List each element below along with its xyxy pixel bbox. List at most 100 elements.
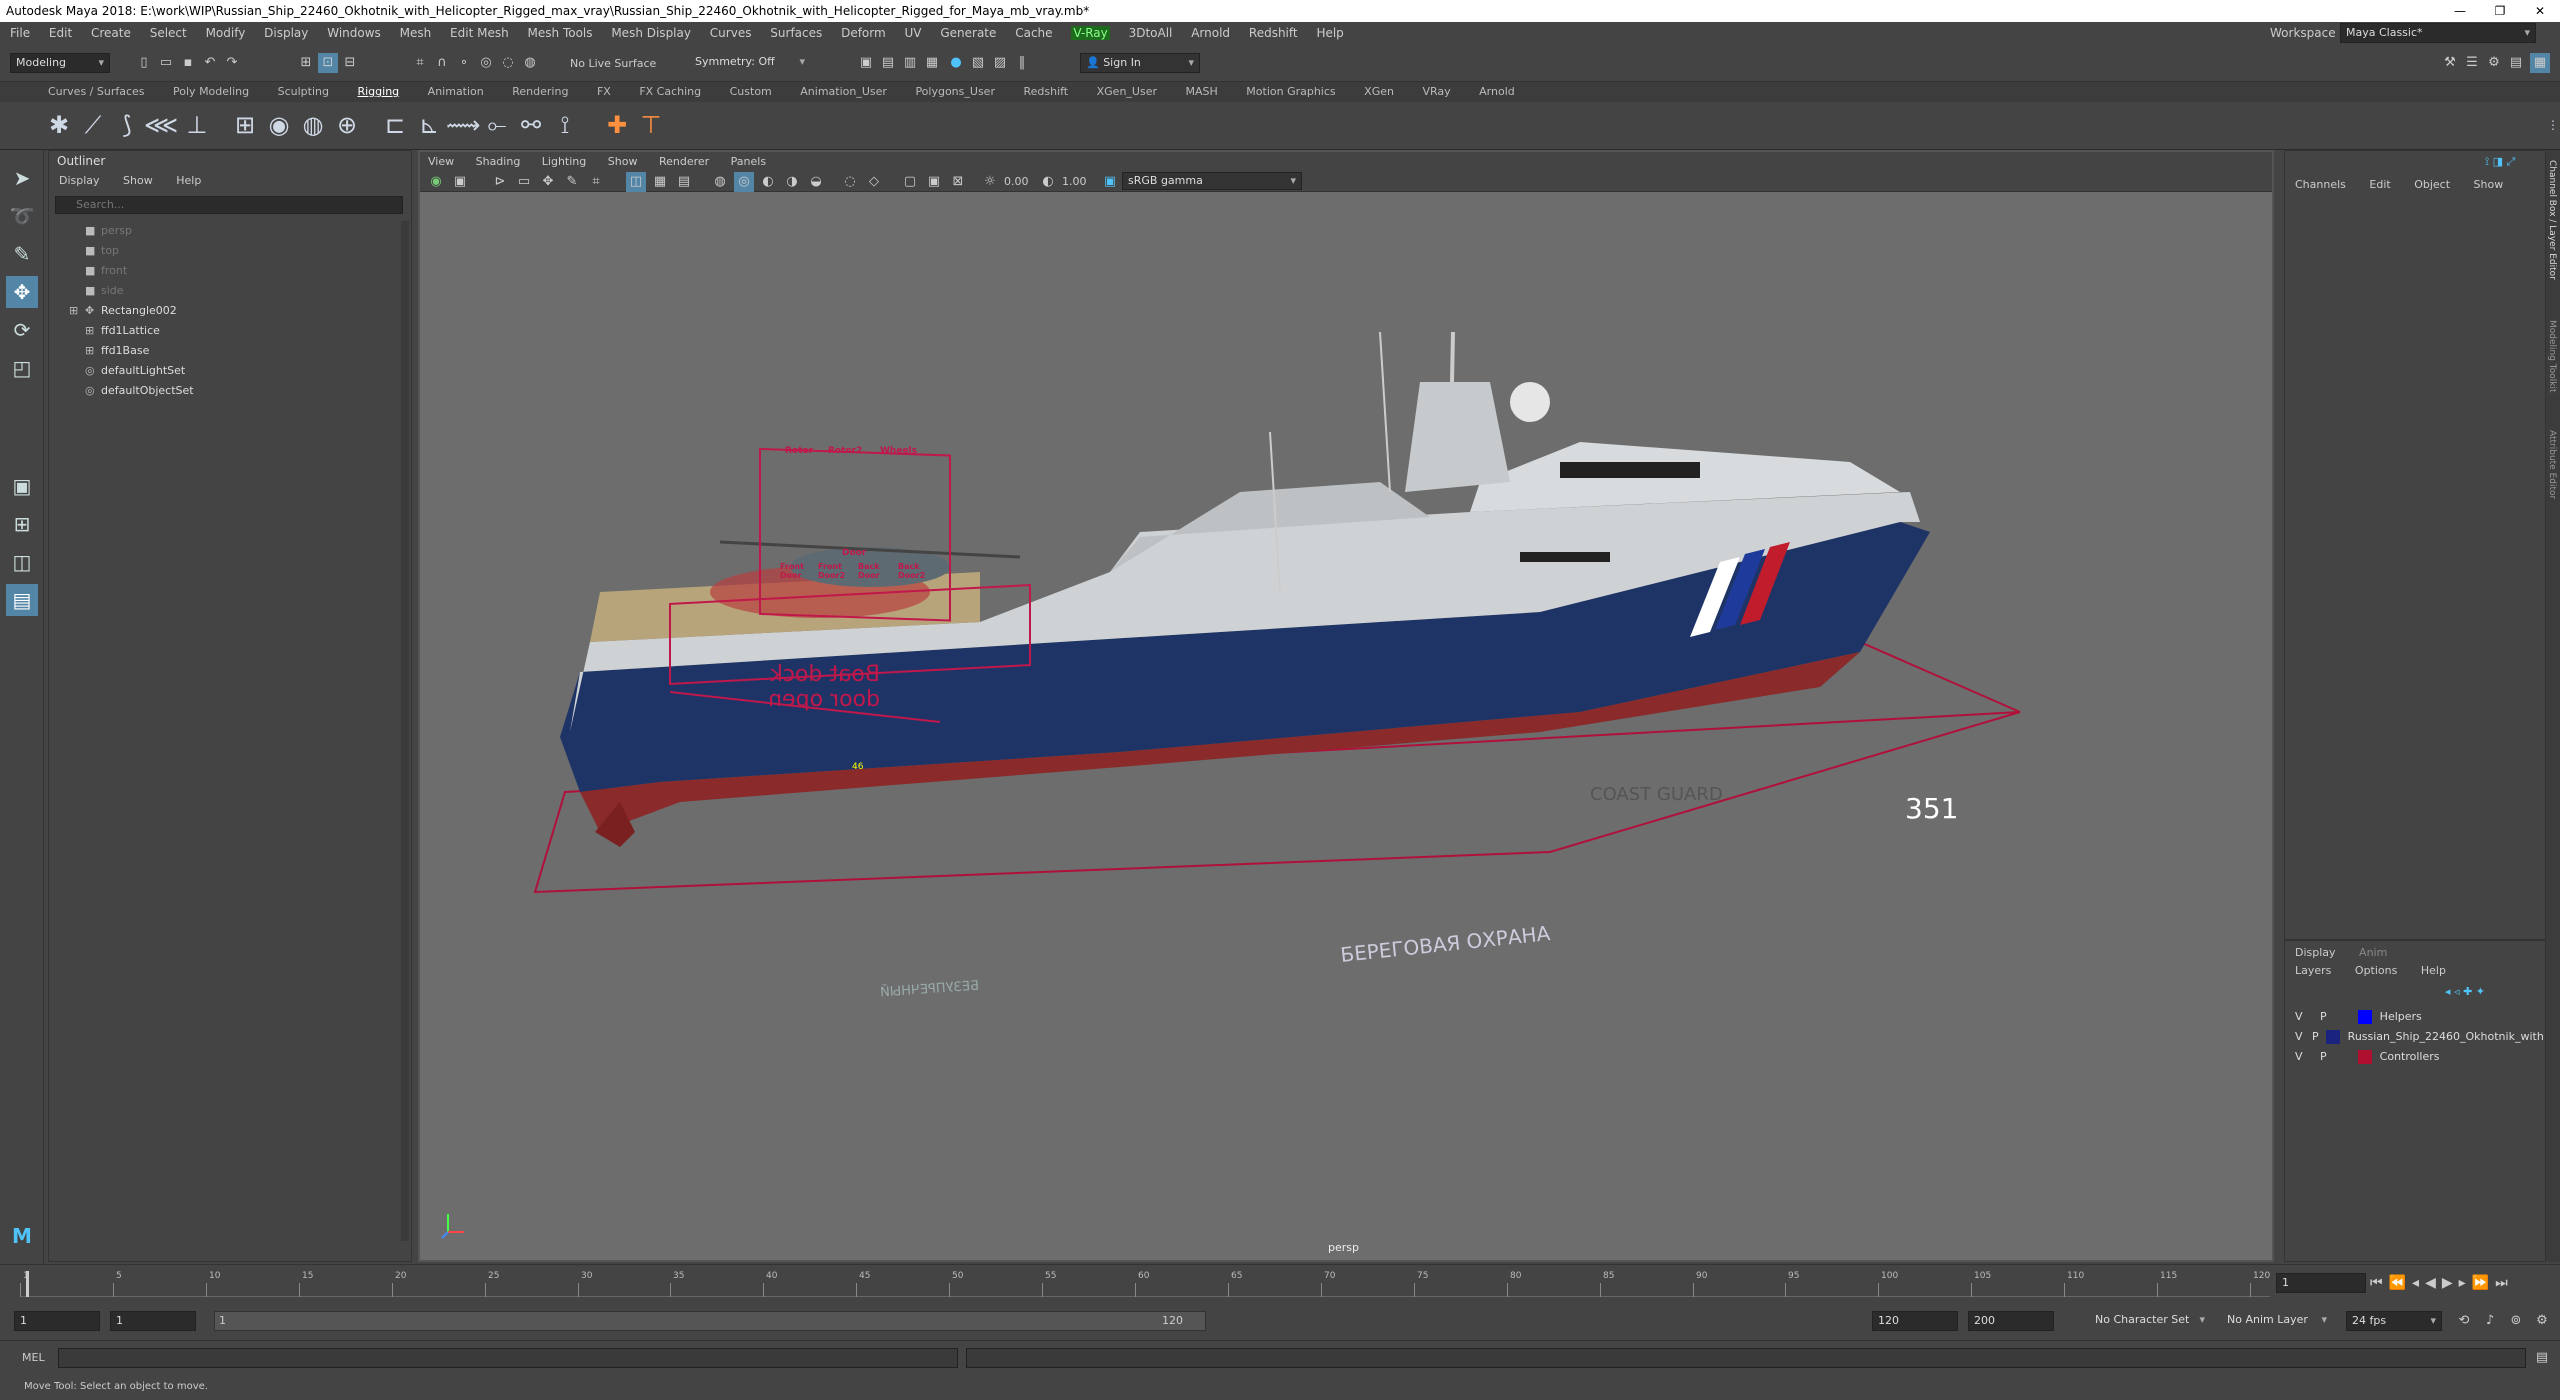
isolate-icon[interactable]: ◌ — [840, 172, 860, 192]
scale-tool-icon[interactable]: ◰ — [6, 352, 38, 384]
outliner-scrollbar[interactable] — [401, 221, 409, 1241]
ik-handle-icon[interactable]: ⟋ — [76, 108, 110, 142]
bind-skin-icon[interactable]: ⊏ — [378, 108, 412, 142]
gamma-icon[interactable]: ◐ — [1038, 172, 1058, 192]
menu-create[interactable]: Create — [91, 26, 131, 40]
range-slider[interactable]: 1 120 — [214, 1311, 1206, 1331]
menu-mesh-display[interactable]: Mesh Display — [611, 26, 691, 40]
menu-curves[interactable]: Curves — [710, 26, 752, 40]
shelf-tab-xgen[interactable]: XGen — [1364, 85, 1394, 98]
restore-icon[interactable]: ❐ — [2480, 0, 2520, 22]
attribute-editor-icon[interactable]: ☰ — [2462, 53, 2482, 73]
textured-icon[interactable]: ▤ — [674, 172, 694, 192]
outliner-item[interactable]: ⊞ ffd1Lattice — [85, 321, 160, 341]
minimize-icon[interactable]: — — [2440, 0, 2480, 22]
shelf-tab-sculpting[interactable]: Sculpting — [278, 85, 329, 98]
ao-icon[interactable]: ◐ — [758, 172, 778, 192]
tool-settings-icon[interactable]: ⚙ — [2484, 53, 2504, 73]
anim-layer-dropdown[interactable]: No Anim Layer — [2222, 1311, 2332, 1331]
shelf-tab-animation-user[interactable]: Animation_User — [800, 85, 887, 98]
modeling-toolkit-icon[interactable]: ⚒ — [2440, 53, 2460, 73]
layer-row[interactable]: V P Controllers — [2295, 1047, 2539, 1067]
shelf-tab-rigging[interactable]: Rigging — [357, 85, 399, 98]
channel-box-icon[interactable]: ▤ — [2506, 53, 2526, 73]
move-tool-icon[interactable]: ✥ — [6, 276, 38, 308]
layer-move-down-icon[interactable]: ◃ — [2454, 985, 2460, 998]
tab-channel-box[interactable]: Channel Box / Layer Editor — [2547, 160, 2557, 280]
channelbox-pin-icon[interactable]: ⟟ — [2485, 155, 2489, 168]
render-icon[interactable]: ▣ — [856, 53, 876, 73]
step-forward-key-icon[interactable]: ⏩ — [2472, 1275, 2495, 1291]
snap-live-icon[interactable]: ◍ — [520, 53, 540, 73]
color-management-icon[interactable]: ▣ — [1100, 172, 1120, 192]
range-end-field[interactable]: 120 — [1872, 1311, 1958, 1331]
tab-attribute-editor[interactable]: Attribute Editor — [2547, 430, 2557, 499]
shelf-tab-rendering[interactable]: Rendering — [512, 85, 568, 98]
menu-generate[interactable]: Generate — [940, 26, 996, 40]
outliner-menu-display[interactable]: Display — [59, 174, 100, 187]
sign-in-dropdown[interactable]: 👤 Sign In — [1080, 53, 1200, 73]
constraint-icon[interactable]: ⚯ — [514, 108, 548, 142]
anim-prefs-icon[interactable]: ⚙ — [2532, 1311, 2552, 1331]
shelf-tab-arnold[interactable]: Arnold — [1479, 85, 1515, 98]
camera-select-icon[interactable]: ◉ — [426, 172, 446, 192]
shelf-tab-vray[interactable]: VRay — [1422, 85, 1450, 98]
lattice-icon[interactable]: ⊞ — [228, 108, 262, 142]
layer-tab-anim[interactable]: Anim — [2359, 946, 2387, 959]
smooth-shade-icon[interactable]: ▦ — [650, 172, 670, 192]
color-space-dropdown[interactable]: sRGB gamma — [1122, 172, 1302, 190]
layer-visibility-toggle[interactable]: V — [2295, 1010, 2303, 1023]
select-hierarchy-icon[interactable]: ⊞ — [296, 53, 316, 73]
layer-visibility-toggle[interactable]: V — [2295, 1050, 2303, 1063]
resolution-gate-icon[interactable]: ▢ — [900, 172, 920, 192]
channelbox-menu-object[interactable]: Object — [2414, 178, 2450, 191]
menu-uv[interactable]: UV — [905, 26, 922, 40]
menu-redshift[interactable]: Redshift — [1249, 26, 1298, 40]
aa-icon[interactable]: ◒ — [806, 172, 826, 192]
menu-help[interactable]: Help — [1316, 26, 1343, 40]
motion-blur-icon[interactable]: ◑ — [782, 172, 802, 192]
channelbox-menu-show[interactable]: Show — [2474, 178, 2504, 191]
two-pane-icon[interactable]: ◫ — [6, 546, 38, 578]
range-start-field[interactable]: 1 — [110, 1311, 196, 1331]
snap-point-icon[interactable]: ∘ — [454, 53, 474, 73]
menu-mesh-tools[interactable]: Mesh Tools — [528, 26, 593, 40]
vray-settings-icon[interactable]: ▧ — [968, 53, 988, 73]
viewport-menu-show[interactable]: Show — [608, 155, 638, 168]
outliner-item[interactable]: ■ top — [85, 241, 119, 261]
locator-icon[interactable]: ⊥ — [180, 108, 214, 142]
workspace-dropdown[interactable]: Maya Classic* — [2340, 23, 2536, 43]
shelf-tab-motion-graphics[interactable]: Motion Graphics — [1246, 85, 1335, 98]
wireframe-icon[interactable]: ◫ — [626, 172, 646, 192]
command-input[interactable] — [58, 1348, 958, 1368]
ipr-render-icon[interactable]: ▤ — [878, 53, 898, 73]
layer-move-up-icon[interactable]: ◂ — [2445, 985, 2451, 998]
new-layer-selected-icon[interactable]: ✚ — [2463, 985, 2472, 998]
outliner-menu-show[interactable]: Show — [123, 174, 153, 187]
select-component-icon[interactable]: ⊟ — [340, 53, 360, 73]
layer-row[interactable]: V P Russian_Ship_22460_Okhotnik_with — [2295, 1027, 2544, 1047]
channelbox-lock-icon[interactable]: ◨ — [2493, 155, 2503, 168]
wrap-icon[interactable]: ◍ — [296, 108, 330, 142]
viewport-menu-view[interactable]: View — [428, 155, 454, 168]
menu-vray[interactable]: V-Ray — [1071, 26, 1110, 40]
viewport-menu-panels[interactable]: Panels — [731, 155, 766, 168]
mirror-joint-icon[interactable]: ⋘ — [144, 108, 178, 142]
go-to-start-icon[interactable]: ⏮ — [2370, 1275, 2389, 1291]
layer-playback-toggle[interactable]: P — [2320, 1050, 2327, 1063]
hypershade-icon[interactable]: ▦ — [922, 53, 942, 73]
layer-visibility-toggle[interactable]: V — [2295, 1030, 2303, 1043]
menu-windows[interactable]: Windows — [327, 26, 381, 40]
save-scene-icon[interactable]: ▪ — [178, 53, 198, 73]
outliner-search-input[interactable]: Search... — [55, 196, 403, 214]
outliner-item[interactable]: ■ front — [85, 261, 127, 281]
outliner-layout-icon[interactable]: ▤ — [6, 584, 38, 616]
step-back-key-icon[interactable]: ⏪ — [2389, 1275, 2412, 1291]
mode-dropdown[interactable]: Modeling — [10, 53, 110, 73]
menu-edit[interactable]: Edit — [49, 26, 72, 40]
autokey-icon[interactable]: ⊚ — [2506, 1311, 2526, 1331]
exposure-icon[interactable]: ☼ — [980, 172, 1000, 192]
layer-color-swatch[interactable] — [2358, 1050, 2373, 1064]
shelf-tab-fx-caching[interactable]: FX Caching — [639, 85, 701, 98]
camera-attr-icon[interactable]: ▣ — [450, 172, 470, 192]
